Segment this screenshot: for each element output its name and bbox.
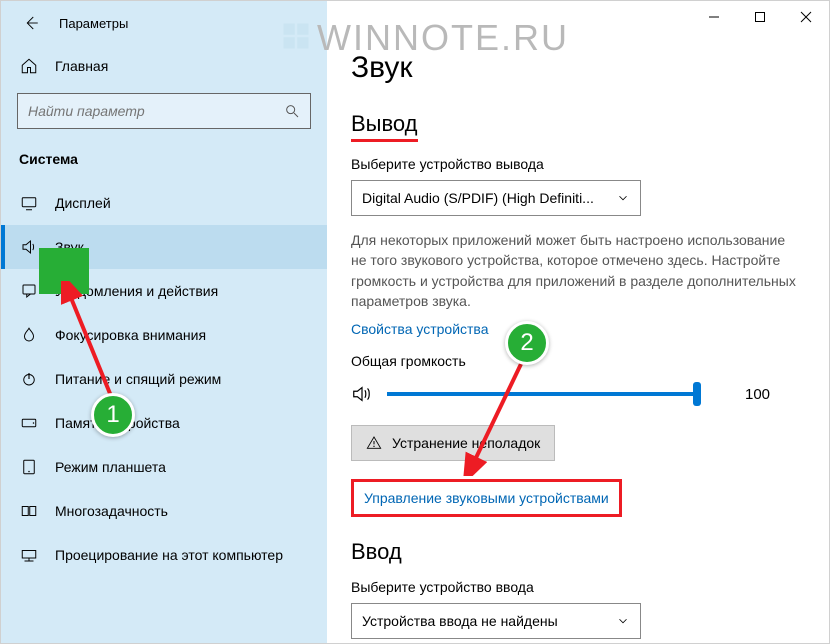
storage-icon (19, 414, 39, 432)
sidebar-item-power[interactable]: Питание и спящий режим (1, 357, 327, 401)
sidebar-item-sound[interactable]: Звук (1, 225, 327, 269)
output-section-heading: Вывод (351, 111, 418, 142)
page-title: Звук (351, 51, 805, 85)
sidebar-nav: Дисплей Звук Уведомления и действия Фоку… (1, 181, 327, 577)
sidebar-item-tablet[interactable]: Режим планшета (1, 445, 327, 489)
input-device-select[interactable]: Устройства ввода не найдены (351, 603, 641, 639)
main-content: Звук Вывод Выберите устройство вывода Di… (327, 1, 829, 643)
settings-sidebar: Параметры Главная Система Дисплей Звук (1, 1, 327, 643)
multitasking-icon (19, 502, 39, 520)
volume-slider[interactable] (387, 392, 697, 396)
maximize-button[interactable] (737, 1, 783, 33)
sidebar-item-label: Звук (55, 239, 84, 255)
sidebar-item-focus[interactable]: Фокусировка внимания (1, 313, 327, 357)
notifications-icon (19, 282, 39, 300)
sidebar-item-notifications[interactable]: Уведомления и действия (1, 269, 327, 313)
input-device-label: Выберите устройство ввода (351, 579, 805, 595)
focus-icon (19, 326, 39, 344)
device-properties-link[interactable]: Свойства устройства (351, 321, 805, 337)
tablet-icon (19, 458, 39, 476)
sidebar-item-label: Режим планшета (55, 459, 166, 475)
sidebar-item-label: Уведомления и действия (55, 283, 218, 299)
sidebar-item-label: Многозадачность (55, 503, 168, 519)
window-controls (691, 1, 829, 33)
sidebar-item-storage[interactable]: Память устройства (1, 401, 327, 445)
input-section-heading: Ввод (351, 539, 805, 565)
window-title: Параметры (59, 16, 128, 31)
sidebar-item-display[interactable]: Дисплей (1, 181, 327, 225)
search-icon (284, 103, 300, 119)
chevron-down-icon (616, 191, 630, 205)
close-button[interactable] (783, 1, 829, 33)
minimize-button[interactable] (691, 1, 737, 33)
sidebar-item-label: Проецирование на этот компьютер (55, 547, 283, 563)
volume-icon (351, 383, 377, 405)
sidebar-item-label: Память устройства (55, 415, 180, 431)
output-device-value: Digital Audio (S/PDIF) (High Definiti... (362, 190, 594, 206)
output-device-select[interactable]: Digital Audio (S/PDIF) (High Definiti... (351, 180, 641, 216)
search-input[interactable] (28, 103, 284, 119)
sidebar-item-label: Питание и спящий режим (55, 371, 221, 387)
troubleshoot-button[interactable]: Устранение неполадок (351, 425, 555, 461)
warning-icon (366, 435, 382, 451)
input-device-value: Устройства ввода не найдены (362, 613, 558, 629)
power-icon (19, 370, 39, 388)
sidebar-item-label: Фокусировка внимания (55, 327, 206, 343)
troubleshoot-label: Устранение неполадок (392, 435, 540, 451)
sidebar-home-label: Главная (55, 58, 108, 74)
home-icon (19, 57, 39, 75)
output-device-label: Выберите устройство вывода (351, 156, 805, 172)
volume-value: 100 (745, 386, 770, 403)
back-button[interactable] (17, 9, 45, 37)
manage-devices-link[interactable]: Управление звуковыми устройствами (364, 490, 609, 506)
sidebar-section-title: Система (1, 143, 327, 175)
projecting-icon (19, 546, 39, 564)
sound-icon (19, 238, 39, 256)
search-input-container[interactable] (17, 93, 311, 129)
chevron-down-icon (616, 614, 630, 628)
sidebar-home[interactable]: Главная (1, 49, 327, 83)
sidebar-item-projecting[interactable]: Проецирование на этот компьютер (1, 533, 327, 577)
output-description: Для некоторых приложений может быть наст… (351, 230, 801, 311)
display-icon (19, 194, 39, 212)
manage-devices-highlight: Управление звуковыми устройствами (351, 479, 622, 517)
volume-label: Общая громкость (351, 353, 805, 369)
sidebar-item-multitasking[interactable]: Многозадачность (1, 489, 327, 533)
sidebar-item-label: Дисплей (55, 195, 111, 211)
